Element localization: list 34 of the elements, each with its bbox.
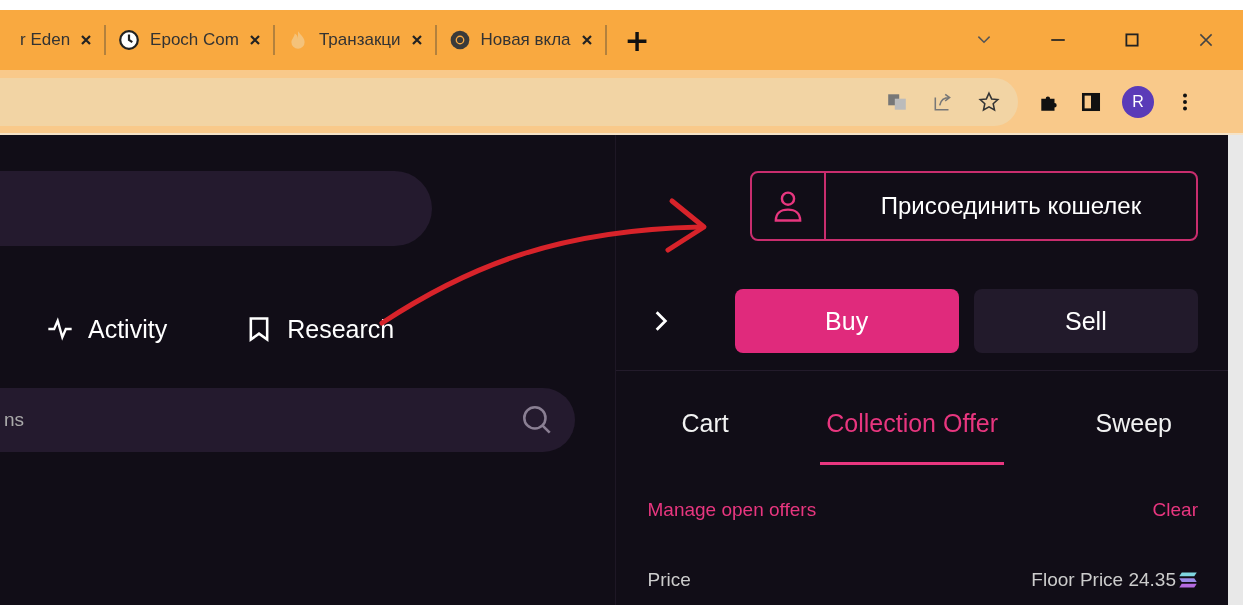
search-input[interactable]: ns	[0, 408, 519, 432]
browser-tab[interactable]: Epoch Com	[106, 10, 273, 70]
side-panel-icon[interactable]	[1080, 90, 1102, 113]
tab[interactable]: Collection Offer	[820, 409, 1005, 465]
new-tab-button[interactable]: +	[606, 22, 668, 58]
close-icon[interactable]	[80, 34, 93, 46]
tab[interactable]: Sweep	[1089, 409, 1178, 465]
scrollbar[interactable]	[1228, 135, 1243, 605]
manage-offers-link[interactable]: Manage open offers	[647, 499, 817, 521]
browser-logo-icon	[448, 29, 471, 51]
close-icon[interactable]	[410, 34, 423, 46]
maximize-icon[interactable]	[1123, 31, 1141, 49]
close-icon[interactable]	[1197, 31, 1215, 49]
nav-link[interactable]: Research	[245, 304, 395, 354]
trade-toggle[interactable]: Buy	[734, 289, 959, 353]
nav-link[interactable]: Activity	[46, 304, 168, 354]
profile-avatar[interactable]: R	[1122, 85, 1154, 118]
floor-price: Floor Price 24.35	[1031, 569, 1176, 591]
price-label: Price	[647, 569, 691, 591]
close-icon[interactable]	[248, 34, 261, 46]
trade-toggle[interactable]: Sell	[973, 289, 1198, 353]
browser-tab[interactable]: Новая вкла	[436, 10, 605, 70]
search-field[interactable]: ns	[0, 388, 575, 452]
connect-wallet-button[interactable]: Присоединить кошелек	[750, 171, 1198, 241]
token-icon	[1178, 571, 1198, 589]
clock-icon	[118, 29, 141, 51]
close-icon[interactable]	[580, 34, 593, 46]
activity-icon	[46, 315, 74, 343]
tab[interactable]: Cart	[675, 409, 735, 465]
browser-tab[interactable]: Транзакци	[274, 10, 435, 70]
star-icon[interactable]	[978, 90, 1000, 113]
user-icon	[773, 189, 803, 223]
browser-tab[interactable]: r Eden	[8, 10, 105, 70]
clear-link[interactable]: Clear	[1152, 499, 1198, 521]
